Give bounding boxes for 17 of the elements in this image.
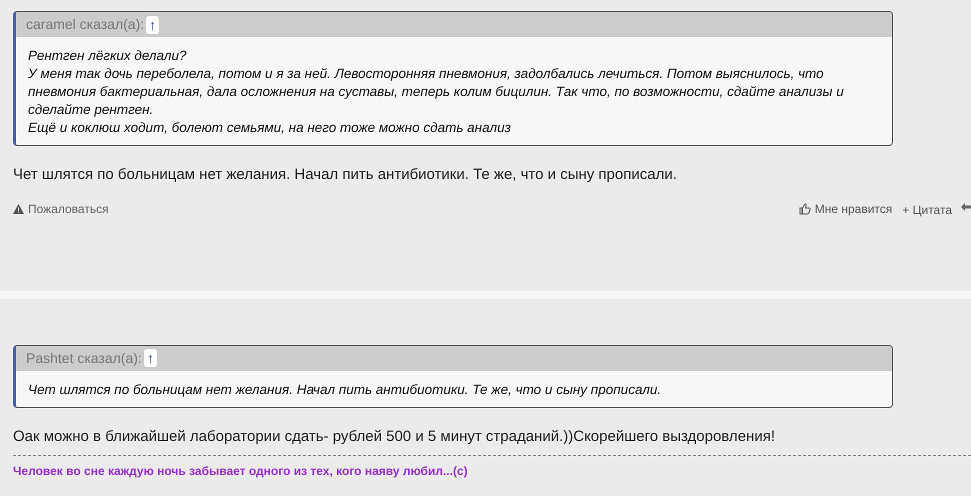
post-text: Оак можно в ближайшей лаборатории сдать- рублей 500 и 5 минут страданий.))Скорейшего выздоровления! (13, 426, 776, 446)
jump-link[interactable]: ↑ (146, 16, 160, 34)
like-link[interactable]: Мне нравится (798, 200, 892, 218)
report-link[interactable]: Пожаловаться (13, 200, 109, 218)
quote-text: Чет шлятся по больницам нет желания. Начал пить антибиотики. Те же, что и сыну прописали. (28, 380, 662, 398)
quote-link[interactable]: + Цитата (902, 200, 952, 218)
quote-text: У меня так дочь переболела, потом и я за ней. Левосторонняя пневмония, задолбались лечиться. Потом выяснилось, что пневмония бактериальная, дала осложнения на суставы, теперь колим бицилин. Так что, по возможности, сдайте анализы и сделайте рентген. (28, 65, 845, 119)
jump-link[interactable]: ↑ (144, 349, 157, 367)
reply-icon[interactable] (961, 202, 971, 210)
thumbs-up-icon (798, 202, 811, 214)
signature-text: Человек во сне каждую ночь забывает одного из тех, кого наяву любил...(c) (13, 463, 469, 480)
quote-text: Рентген лёгких делали? (28, 47, 188, 65)
quote-author: Pashtet сказал(а): (26, 348, 142, 368)
warning-icon (13, 204, 24, 214)
post-text: Чет шлятся по больницам нет желания. Начал пить антибиотики. Те же, что и сыну прописали. (13, 165, 678, 185)
quote-text: Ещё и коклюш ходит, болеют семьями, на него тоже можно сдать анализ (28, 119, 512, 137)
quote-author: caramel сказал(а): (26, 15, 144, 34)
